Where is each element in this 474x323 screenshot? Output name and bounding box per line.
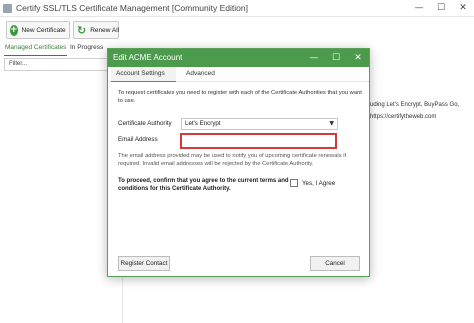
new-certificate-button[interactable]: + New Certificate xyxy=(6,21,70,39)
main-titlebar: Certify SSL/TLS Certificate Management [… xyxy=(0,0,474,17)
active-tab-indicator xyxy=(4,55,67,56)
email-note: The email address provided may be used t… xyxy=(118,153,347,167)
certificate-authority-value: Let's Encrypt xyxy=(185,120,221,127)
maximize-icon[interactable]: ☐ xyxy=(430,0,452,17)
edit-acme-account-dialog: Edit ACME Account — ☐ ✕ Account Settings… xyxy=(107,48,370,277)
tab-advanced[interactable]: Advanced xyxy=(186,70,215,77)
dialog-tabs: Account Settings Advanced xyxy=(108,67,369,82)
email-address-label: Email Address xyxy=(118,136,158,143)
agree-label[interactable]: Yes, I Agree xyxy=(302,180,335,187)
register-contact-button[interactable]: Register Contact xyxy=(118,256,170,271)
dialog-body: To request certificates you need to regi… xyxy=(108,83,369,277)
app-title: Certify SSL/TLS Certificate Management [… xyxy=(16,3,248,13)
chevron-down-icon: ▼ xyxy=(329,120,334,127)
filter-input[interactable]: Filter... xyxy=(4,58,122,71)
certificate-authority-label: Certificate Authority xyxy=(118,120,172,127)
agree-checkbox[interactable] xyxy=(290,179,298,187)
tab-managed-certificates[interactable]: Managed Certificates xyxy=(5,44,66,51)
tab-account-settings[interactable]: Account Settings xyxy=(116,70,165,77)
dialog-titlebar: Edit ACME Account — ☐ ✕ xyxy=(108,49,369,67)
intro-text: To request certificates you need to regi… xyxy=(118,90,362,104)
dialog-close-icon[interactable]: ✕ xyxy=(347,49,369,67)
renew-all-label: Renew All xyxy=(90,26,120,34)
main-toolbar: + New Certificate ↻ Renew All xyxy=(0,18,474,42)
certificate-authority-select[interactable]: Let's Encrypt ▼ xyxy=(181,118,338,130)
renew-icon: ↻ xyxy=(77,23,87,37)
new-certificate-label: New Certificate xyxy=(21,26,66,34)
background-partial-text: uding Let's Encrypt, BuyPass Go, xyxy=(370,102,460,108)
terms-prompt: To proceed, confirm that you agree to th… xyxy=(118,178,289,192)
minimize-icon[interactable]: — xyxy=(408,0,430,17)
tab-in-progress[interactable]: In Progress xyxy=(70,44,103,51)
add-circle-icon: + xyxy=(10,24,18,36)
close-icon[interactable]: ✕ xyxy=(452,0,474,17)
email-field[interactable] xyxy=(180,133,337,149)
website-link[interactable]: https://certifytheweb.com xyxy=(370,114,436,120)
dialog-title: Edit ACME Account xyxy=(113,53,183,62)
dialog-minimize-icon[interactable]: — xyxy=(303,49,325,67)
dialog-maximize-icon[interactable]: ☐ xyxy=(325,49,347,67)
renew-all-button[interactable]: ↻ Renew All xyxy=(73,21,119,39)
cancel-button[interactable]: Cancel xyxy=(310,256,360,271)
app-icon xyxy=(3,4,12,13)
